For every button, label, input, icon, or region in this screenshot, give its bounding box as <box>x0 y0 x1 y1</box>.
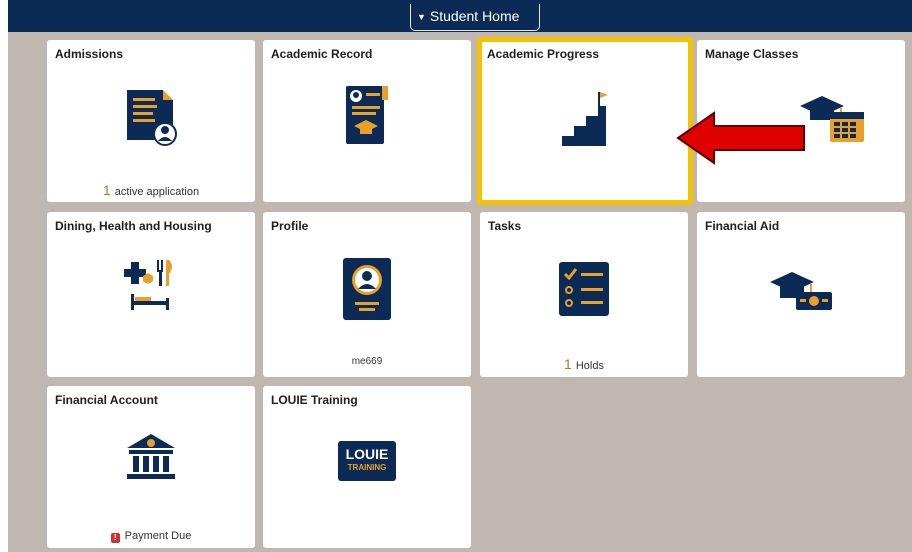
stairs-flag-icon <box>562 92 608 146</box>
tile-louie-training[interactable]: LOUIE Training LOUIE TRAINING <box>263 386 471 548</box>
tile-academic-progress[interactable]: Academic Progress <box>477 37 693 205</box>
dropdown-label: Student Home <box>429 8 520 24</box>
tile-status: 1 active application <box>102 182 200 198</box>
tile-academic-record[interactable]: Academic Record <box>263 40 471 202</box>
tile-title: Profile <box>271 219 309 233</box>
student-home-dropdown[interactable]: ▼ Student Home <box>410 4 540 31</box>
profile-username: me669 <box>351 356 383 367</box>
tile-title: Financial Aid <box>705 219 780 233</box>
tile-status: ! Payment Due <box>47 530 255 543</box>
tile-dining-health-housing[interactable]: Dining, Health and Housing <box>47 212 255 377</box>
louie-training-logo: LOUIE TRAINING <box>338 441 396 481</box>
tile-financial-aid[interactable]: Financial Aid <box>697 212 905 377</box>
profile-card-icon <box>343 258 391 320</box>
checklist-icon <box>559 262 609 316</box>
tile-profile[interactable]: Profile me669 <box>263 212 471 377</box>
bank-building-icon <box>127 434 175 479</box>
tile-title: Academic Progress <box>487 47 600 61</box>
tile-title: Tasks <box>488 219 522 233</box>
graduation-cap-money-icon <box>770 272 832 310</box>
tile-title: Manage Classes <box>705 47 799 61</box>
academic-record-icon <box>346 86 388 144</box>
tile-title: Admissions <box>55 47 124 61</box>
alert-icon: ! <box>110 533 120 543</box>
tile-title: Academic Record <box>271 47 373 61</box>
red-arrow-annotation <box>676 111 805 165</box>
dining-health-housing-icon <box>124 260 172 310</box>
tile-title: LOUIE Training <box>271 393 358 407</box>
admission-document-icon <box>127 90 177 146</box>
tile-financial-account[interactable]: Financial Account ! Payment Due <box>47 386 255 548</box>
tile-title: Financial Account <box>55 393 158 407</box>
tile-title: Dining, Health and Housing <box>55 219 212 233</box>
tile-status: 1 Holds <box>564 356 604 372</box>
tile-tasks[interactable]: Tasks 1 Holds <box>480 212 688 377</box>
tile-admissions[interactable]: Admissions 1 active application <box>47 40 255 202</box>
caret-down-icon: ▼ <box>417 12 426 22</box>
